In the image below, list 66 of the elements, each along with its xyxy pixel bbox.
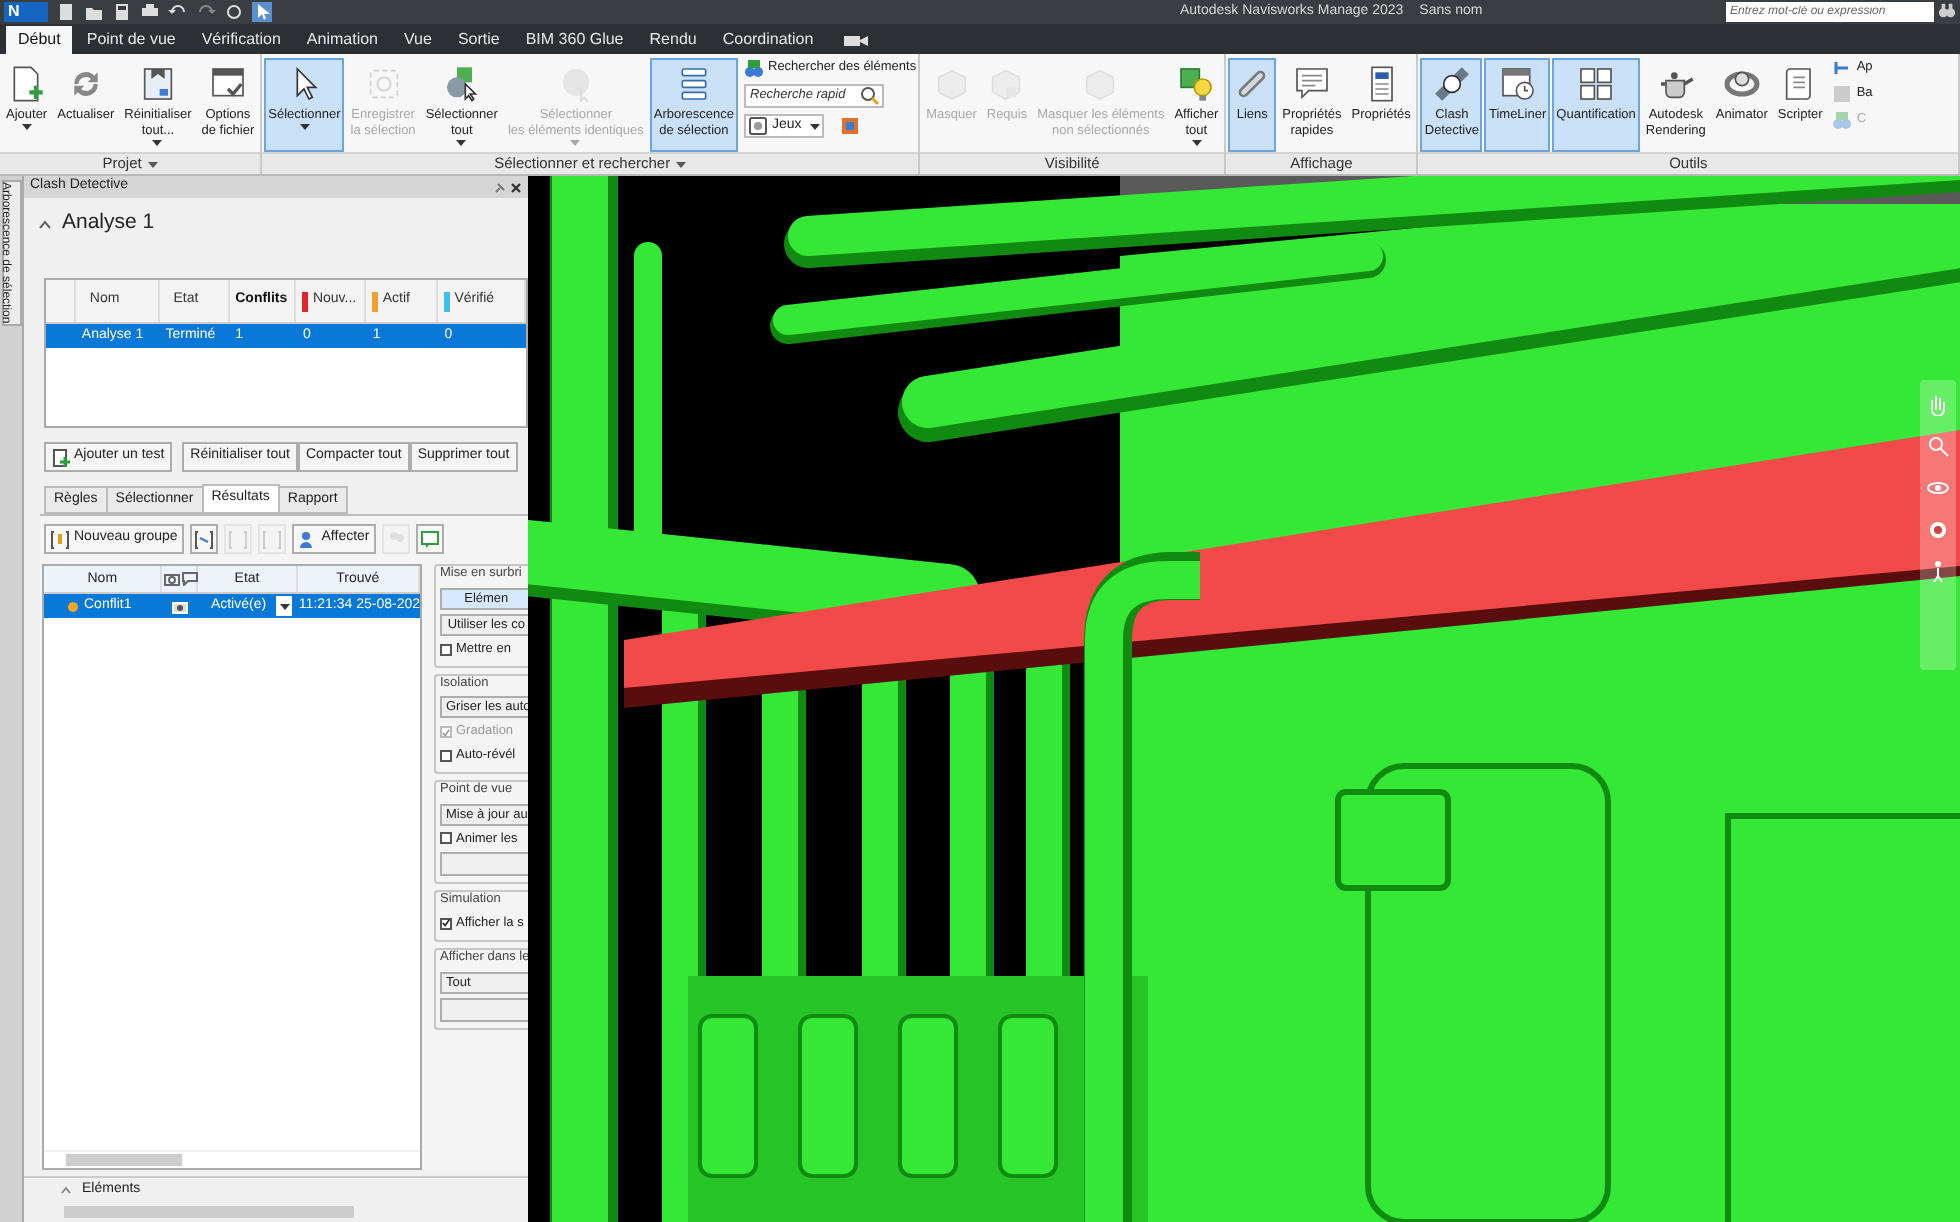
caret-icon [810, 123, 820, 129]
person-icon [297, 529, 318, 549]
caret-icon [21, 124, 32, 130]
ribbon-tab[interactable]: Sortie [445, 26, 512, 54]
group-icon [50, 529, 70, 549]
caret-icon [570, 140, 581, 146]
close-icon[interactable] [510, 181, 522, 193]
save-icon[interactable] [112, 2, 132, 22]
caret-icon [147, 161, 158, 167]
binoculars-icon [744, 58, 764, 78]
option-button[interactable] [440, 997, 533, 1021]
toolbar-button[interactable] [189, 524, 218, 554]
group-icon [227, 529, 248, 549]
test-title: Analyse 1 [62, 208, 155, 239]
group-icon [261, 529, 282, 549]
ribbon-tab[interactable]: Vue [392, 26, 444, 54]
ribbon-tab[interactable]: Animation [294, 26, 390, 54]
binoculars-icon [1832, 110, 1853, 130]
document-plus-icon [52, 447, 70, 467]
app-logo[interactable]: N [4, 2, 48, 22]
ribbon-tab[interactable]: BIM 360 Glue [513, 26, 636, 54]
chevron-up-icon[interactable] [60, 1186, 72, 1194]
camera-icon [171, 599, 188, 613]
search-icon [860, 86, 880, 106]
ribbon-tab[interactable]: Vérification [189, 26, 293, 54]
status-dropdown[interactable] [276, 596, 293, 616]
ribbon-tab[interactable]: Coordination [710, 26, 826, 54]
option-button[interactable] [440, 852, 533, 877]
branch-icon [1832, 58, 1853, 78]
toolbar-button[interactable] [415, 524, 444, 554]
cursor-cube-icon [441, 64, 482, 104]
checkbox[interactable] [440, 643, 452, 656]
grid-icon [1576, 64, 1617, 104]
group-icon [193, 529, 214, 549]
checkbox[interactable] [440, 917, 452, 930]
print-icon[interactable] [140, 2, 160, 22]
caret-icon [676, 161, 687, 167]
speech-bubble-icon [1291, 64, 1332, 104]
ribbon-tab[interactable]: Point de vue [74, 26, 188, 54]
checkbox[interactable] [440, 749, 452, 762]
cursor-icon[interactable] [252, 2, 272, 22]
refresh-icon[interactable] [224, 2, 244, 22]
look-icon[interactable] [1926, 518, 1950, 542]
checkbox[interactable] [440, 832, 452, 845]
pin-icon[interactable] [494, 181, 506, 193]
picture-icon[interactable] [840, 116, 860, 136]
ribbon-tab[interactable]: Rendu [637, 26, 709, 54]
chevron-up-icon[interactable] [38, 219, 52, 229]
binoculars-icon[interactable] [1938, 2, 1956, 20]
camera-icon [164, 572, 181, 586]
new-file-icon[interactable] [56, 2, 76, 22]
calendar-clock-icon [1497, 64, 1538, 104]
horizontal-scrollbar[interactable] [44, 1150, 420, 1168]
clash-icon [1431, 64, 1472, 104]
cube-bulb-icon [1176, 64, 1217, 104]
sets-icon [748, 116, 768, 136]
zoom-icon[interactable] [1926, 434, 1950, 458]
caret-icon [456, 140, 467, 146]
orbit-icon[interactable] [1926, 476, 1950, 500]
ribbon-tab[interactable]: Début [6, 26, 73, 54]
caret-icon [299, 124, 310, 130]
comment-icon [419, 529, 440, 549]
caret-icon [1191, 140, 1202, 146]
comment-icon [182, 572, 199, 586]
caret-icon [279, 603, 290, 609]
caret-icon [152, 140, 163, 146]
